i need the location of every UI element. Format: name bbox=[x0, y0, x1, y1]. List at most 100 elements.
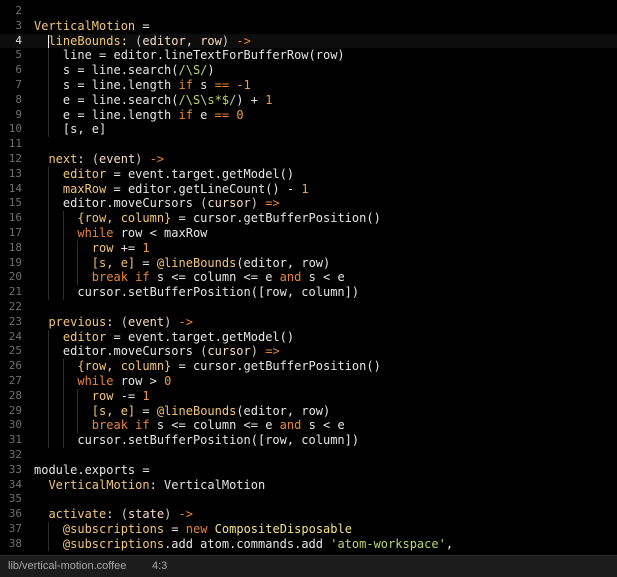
code-line[interactable]: 15 editor.moveCursors (cursor) => bbox=[0, 196, 617, 212]
code-token: [s, e] bbox=[91, 403, 136, 418]
line-number: 33 bbox=[8, 462, 22, 476]
code-line[interactable]: 23 previous: (event) -> bbox=[0, 315, 617, 330]
code-line[interactable]: 30 break if s <= column <= e and s < e bbox=[0, 418, 617, 434]
code-line[interactable]: 8 e = line.search(/\S\s*$/) + 1 bbox=[0, 92, 617, 108]
code-line[interactable]: 32 bbox=[0, 448, 617, 463]
code-token: ) + bbox=[236, 92, 266, 107]
code-text: maxRow = editor.getLineCount() - 1 bbox=[34, 182, 309, 197]
code-token: -> bbox=[236, 33, 251, 48]
code-token: cursor bbox=[207, 196, 251, 211]
code-token: @lineBounds bbox=[156, 255, 237, 270]
code-line[interactable]: 6 s = line.search(/\S/) bbox=[0, 63, 617, 78]
code-line[interactable]: 22 bbox=[0, 300, 617, 315]
line-number: 38 bbox=[8, 536, 22, 550]
code-line[interactable]: 7 s = line.length if s == -1 bbox=[0, 77, 617, 93]
code-line[interactable]: 29 [s, e] = @lineBounds(editor, row) bbox=[0, 403, 617, 419]
code-line[interactable]: 26 {row, column} = cursor.getBufferPosit… bbox=[0, 359, 617, 374]
code-text: cursor.setBufferPosition([row, column]) bbox=[34, 433, 359, 448]
code-line[interactable]: 35 bbox=[0, 492, 617, 507]
code-token: = event.target.getModel() bbox=[106, 166, 295, 181]
status-cursor-position[interactable]: 4:3 bbox=[152, 556, 167, 577]
code-text: VerticalMotion = bbox=[34, 19, 150, 34]
line-number: 13 bbox=[8, 166, 22, 180]
code-token: .add atom.commands.add bbox=[164, 536, 331, 551]
code-line[interactable]: 16 {row, column} = cursor.getBufferPosit… bbox=[0, 211, 617, 226]
code-token: -> bbox=[149, 151, 165, 166]
code-line[interactable]: 2 bbox=[0, 4, 617, 19]
code-line[interactable]: 10 [s, e] bbox=[0, 122, 617, 138]
line-number: 12 bbox=[8, 151, 22, 165]
code-token: editor bbox=[62, 166, 107, 181]
line-number: 27 bbox=[8, 373, 22, 387]
code-token: VerticalMotion bbox=[34, 18, 136, 33]
code-text: @subscriptions = new CompositeDisposable bbox=[34, 522, 352, 537]
code-line[interactable]: 18 row += 1 bbox=[0, 240, 617, 256]
code-line[interactable]: 28 row -= 1 bbox=[0, 388, 617, 404]
code-token: (editor, row) bbox=[236, 255, 331, 270]
editor-window: 2 3 VerticalMotion = 4 lineBounds: (editor,… bbox=[0, 0, 617, 577]
code-token: event bbox=[99, 151, 136, 166]
code-token: break bbox=[91, 418, 128, 433]
code-line[interactable]: 34 VerticalMotion: VerticalMotion bbox=[0, 478, 617, 493]
code-text: {row, column} = cursor.getBufferPosition… bbox=[34, 359, 381, 374]
code-line[interactable]: 14 maxRow = editor.getLineCount() - 1 bbox=[0, 181, 617, 197]
code-line[interactable]: 11 bbox=[0, 137, 617, 152]
code-token: = bbox=[135, 255, 157, 270]
code-line[interactable]: 21 cursor.setBufferPosition([row, column… bbox=[0, 285, 617, 300]
code-token: break bbox=[91, 270, 128, 285]
code-token: event bbox=[127, 314, 165, 329]
code-line[interactable]: 5 line = editor.lineTextForBufferRow(row… bbox=[0, 48, 617, 64]
code-line[interactable]: 12 next: (event) -> bbox=[0, 152, 617, 167]
code-token: row > bbox=[113, 373, 165, 388]
code-token: s <= column <= e bbox=[149, 270, 280, 285]
status-file-path[interactable]: lib/vertical-motion.coffee bbox=[8, 556, 126, 577]
code-text: @subscriptions.add atom.commands.add 'at… bbox=[34, 537, 453, 552]
code-token: = cursor.getBufferPosition() bbox=[171, 359, 381, 374]
code-token: == bbox=[214, 77, 230, 92]
code-token: cursor bbox=[207, 344, 251, 359]
line-number: 28 bbox=[8, 388, 22, 402]
code-token: -1 bbox=[236, 77, 251, 92]
line-number: 22 bbox=[8, 299, 22, 313]
line-number: 18 bbox=[8, 240, 22, 254]
code-line[interactable]: 37 @subscriptions = new CompositeDisposa… bbox=[0, 521, 617, 537]
code-line[interactable]: 19 [s, e] = @lineBounds(editor, row) bbox=[0, 255, 617, 271]
code-line[interactable]: 27 while row > 0 bbox=[0, 373, 617, 389]
status-bar: lib/vertical-motion.coffee 4:3 bbox=[0, 555, 617, 577]
code-line[interactable]: 9 e = line.length if e == 0 bbox=[0, 107, 617, 123]
code-line[interactable]: 38 @subscriptions.add atom.commands.add … bbox=[0, 536, 617, 552]
line-number: 11 bbox=[8, 137, 22, 151]
code-line[interactable]: 36 activate: (state) -> bbox=[0, 507, 617, 522]
line-number: 35 bbox=[8, 492, 22, 506]
code-line[interactable]: 4 lineBounds: (editor, row) -> bbox=[0, 33, 617, 49]
code-line[interactable]: 20 break if s <= column <= e and s < e bbox=[0, 270, 617, 286]
code-editor[interactable]: 2 3 VerticalMotion = 4 lineBounds: (editor,… bbox=[0, 4, 617, 556]
code-line[interactable]: 24 editor = event.target.getModel() bbox=[0, 329, 617, 345]
code-line[interactable]: 31 cursor.setBufferPosition([row, column… bbox=[0, 433, 617, 448]
code-token: @subscriptions bbox=[62, 536, 165, 551]
line-number: 24 bbox=[8, 329, 22, 343]
code-token: state bbox=[127, 507, 165, 522]
code-line[interactable]: 17 while row < maxRow bbox=[0, 225, 617, 241]
code-line[interactable]: 25 editor.moveCursors (cursor) => bbox=[0, 344, 617, 360]
code-line[interactable]: 33 module.exports = bbox=[0, 463, 617, 478]
code-line[interactable]: 13 editor = event.target.getModel() bbox=[0, 166, 617, 182]
code-token: 0 bbox=[236, 107, 244, 122]
code-token: cursor.setBufferPosition([row, column]) bbox=[34, 285, 360, 300]
code-line[interactable]: 3 VerticalMotion = bbox=[0, 19, 617, 34]
code-token: = bbox=[164, 521, 186, 536]
code-token: (editor, row) bbox=[236, 403, 331, 418]
code-text: break if s <= column <= e and s < e bbox=[34, 418, 345, 433]
line-number: 23 bbox=[8, 314, 22, 328]
